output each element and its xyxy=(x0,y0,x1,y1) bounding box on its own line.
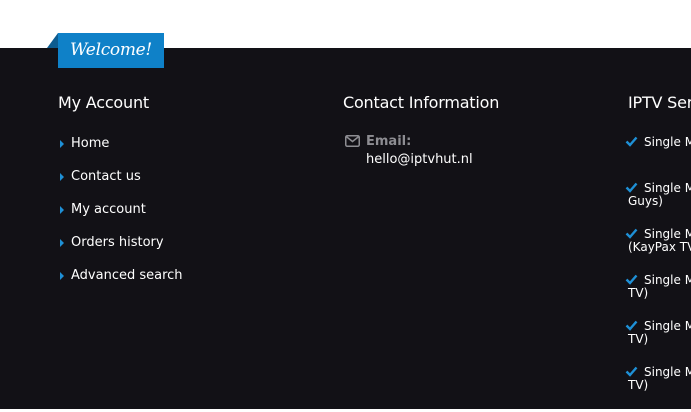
checkmark-icon xyxy=(625,228,638,239)
advanced-search-link[interactable]: Advanced search xyxy=(71,268,183,283)
email-value[interactable]: hello@iptvhut.nl xyxy=(366,152,473,167)
welcome-tab: Welcome! xyxy=(58,33,164,68)
service-item[interactable]: Single M xyxy=(625,136,691,182)
iptv-services-heading: IPTV Serv xyxy=(628,93,691,112)
checkmark-icon xyxy=(625,182,638,193)
checkmark-icon xyxy=(625,274,638,285)
caret-right-icon xyxy=(60,206,64,214)
service-item[interactable]: Single M Guys) xyxy=(625,182,691,228)
my-account-link[interactable]: My account xyxy=(71,202,146,217)
service-item[interactable]: Single M TV) xyxy=(625,274,691,320)
welcome-ribbon-fold xyxy=(47,33,58,48)
caret-right-icon xyxy=(60,239,64,247)
email-label: Email: xyxy=(366,134,412,149)
service-item[interactable]: Single M (KayPax TV xyxy=(625,228,691,274)
caret-right-icon xyxy=(60,140,64,148)
contact-us-link[interactable]: Contact us xyxy=(71,169,141,184)
orders-history-link[interactable]: Orders history xyxy=(71,235,164,250)
checkmark-icon xyxy=(625,366,638,377)
service-item[interactable]: Single M TV) xyxy=(625,366,691,412)
caret-right-icon xyxy=(60,272,64,280)
envelope-icon xyxy=(345,135,360,147)
my-account-heading: My Account xyxy=(58,93,149,112)
checkmark-icon xyxy=(625,136,638,147)
checkmark-icon xyxy=(625,320,638,331)
service-item[interactable]: Single M TV) xyxy=(625,320,691,366)
caret-right-icon xyxy=(60,173,64,181)
services-list: Single M Single M Guys) Single M (KayPax… xyxy=(625,136,691,412)
home-link[interactable]: Home xyxy=(71,136,109,151)
contact-information-heading: Contact Information xyxy=(343,93,500,112)
